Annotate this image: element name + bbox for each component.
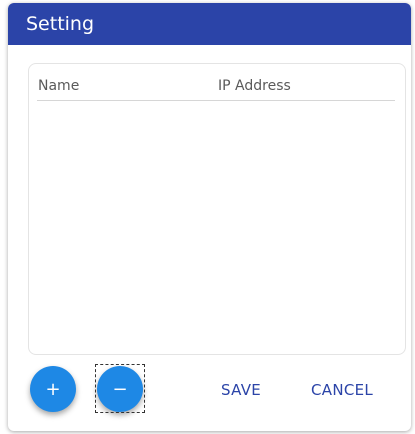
add-button[interactable]: + bbox=[30, 366, 76, 412]
minus-icon: − bbox=[112, 378, 128, 400]
column-header-name[interactable]: Name bbox=[38, 78, 79, 94]
title-bar: Setting bbox=[8, 3, 411, 45]
plus-icon: + bbox=[45, 378, 61, 400]
address-table: Name IP Address bbox=[28, 63, 406, 355]
save-button[interactable]: SAVE bbox=[221, 381, 261, 399]
dialog-title: Setting bbox=[26, 13, 95, 35]
remove-button[interactable]: − bbox=[97, 366, 143, 412]
column-header-ip-address[interactable]: IP Address bbox=[218, 78, 291, 94]
cancel-button[interactable]: CANCEL bbox=[311, 381, 373, 399]
setting-dialog: Setting Name IP Address + − SAVE CANCEL bbox=[8, 3, 411, 431]
table-header: Name IP Address bbox=[37, 64, 395, 101]
